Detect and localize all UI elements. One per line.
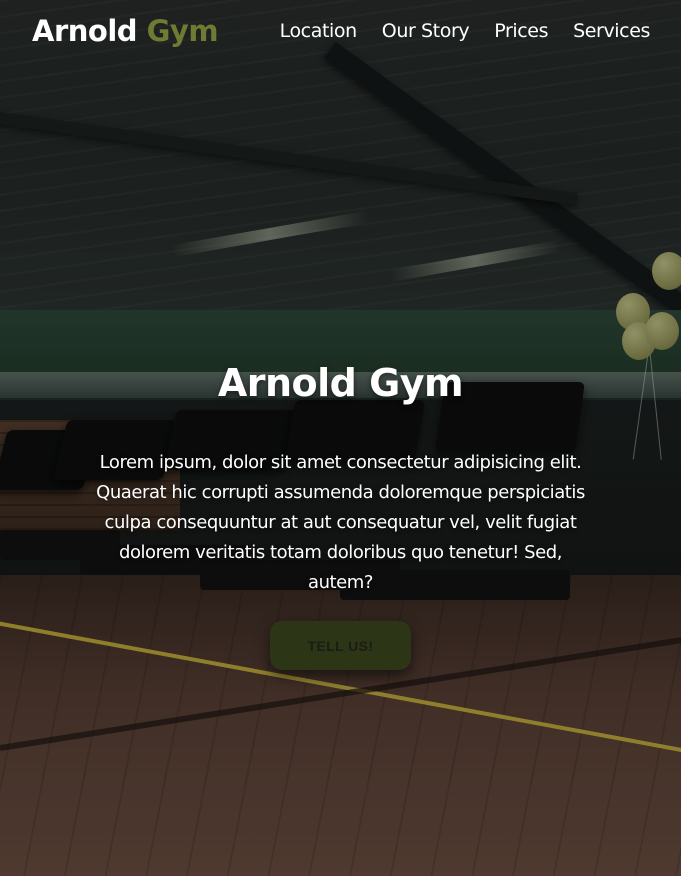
nav-item-services[interactable]: Services xyxy=(573,20,650,42)
logo-main-text: Arnold xyxy=(32,14,138,48)
hero-title: Arnold Gym xyxy=(217,361,464,405)
dark-overlay xyxy=(0,0,681,876)
hero-background-image xyxy=(0,0,681,876)
tell-us-button[interactable]: TELL US! xyxy=(270,621,411,670)
hero-description: Lorem ipsum, dolor sit amet consectetur … xyxy=(96,452,585,593)
nav-item-location[interactable]: Location xyxy=(280,20,358,42)
site-header: Arnold Gym Location Our Story Prices Ser… xyxy=(0,0,681,68)
site-logo[interactable]: Arnold Gym xyxy=(32,14,219,48)
main-nav: Location Our Story Prices Services xyxy=(280,20,651,42)
nav-item-prices[interactable]: Prices xyxy=(494,20,548,42)
logo-accent-text: Gym xyxy=(146,14,219,48)
nav-item-our-story[interactable]: Our Story xyxy=(382,20,470,42)
